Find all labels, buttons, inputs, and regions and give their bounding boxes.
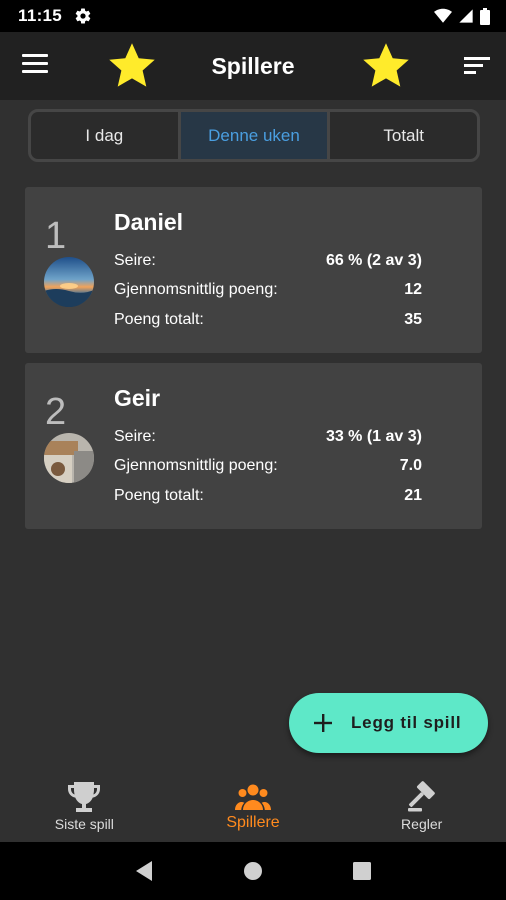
- wifi-icon: [434, 8, 452, 23]
- signal-icon: [459, 9, 473, 23]
- avatar: [44, 433, 94, 483]
- settings-gear-icon: [74, 7, 92, 25]
- period-segmented-control: I dag Denne uken Totalt: [28, 109, 480, 162]
- nav-item-rules[interactable]: Regler: [337, 772, 506, 842]
- page-title: Spillere: [211, 53, 295, 79]
- plus-icon: [314, 714, 332, 732]
- people-icon: [235, 784, 271, 810]
- stat-value: 33 % (1 av 3): [325, 428, 422, 445]
- player-rank: 2: [45, 391, 67, 433]
- tab-total[interactable]: Totalt: [327, 112, 477, 159]
- stat-value: 35: [404, 311, 422, 328]
- player-card[interactable]: 1 Daniel Seire: 66 % (2 av 3) Gjennomsni…: [25, 187, 482, 353]
- sort-icon[interactable]: [464, 55, 490, 77]
- stat-label: Poeng totalt:: [114, 487, 204, 504]
- battery-icon: [480, 7, 490, 25]
- nav-label: Regler: [401, 816, 443, 832]
- stat-row-wins: Seire: 33 % (1 av 3): [114, 428, 422, 446]
- stat-value: 21: [404, 487, 422, 504]
- stat-label: Seire:: [114, 428, 156, 445]
- player-name: Daniel: [114, 209, 184, 235]
- gavel-icon: [407, 781, 435, 812]
- star-icon: [363, 43, 409, 87]
- tab-today[interactable]: I dag: [31, 112, 178, 159]
- nav-item-last-games[interactable]: Siste spill: [0, 772, 169, 842]
- nav-item-players[interactable]: Spillere: [169, 772, 338, 842]
- stat-row-total: Poeng totalt: 21: [114, 487, 422, 505]
- stat-row-wins: Seire: 66 % (2 av 3): [114, 252, 422, 270]
- system-navigation-bar: [0, 842, 506, 900]
- recents-icon[interactable]: [350, 859, 374, 883]
- status-icons: [434, 7, 490, 25]
- status-time: 11:15: [18, 6, 63, 25]
- nav-label: Spillere: [226, 814, 280, 831]
- status-bar: 11:15: [0, 0, 506, 32]
- star-icon: [109, 43, 155, 87]
- tab-this-week[interactable]: Denne uken: [177, 112, 328, 159]
- stat-row-average: Gjennomsnittlig poeng: 7.0: [114, 457, 422, 475]
- bottom-navigation: Siste spill Spillere Regler: [0, 772, 506, 842]
- stat-row-average: Gjennomsnittlig poeng: 12: [114, 281, 422, 299]
- stat-value: 12: [404, 281, 422, 298]
- home-icon[interactable]: [241, 859, 265, 883]
- player-rank: 1: [45, 215, 67, 257]
- stat-label: Gjennomsnittlig poeng:: [114, 457, 278, 474]
- player-name: Geir: [114, 385, 161, 411]
- stat-label: Gjennomsnittlig poeng:: [114, 281, 278, 298]
- add-game-label: Legg til spill: [351, 713, 462, 732]
- nav-label: Siste spill: [54, 816, 114, 832]
- avatar: [44, 257, 94, 307]
- app-bar: Spillere: [0, 32, 506, 100]
- stat-value: 66 % (2 av 3): [325, 252, 422, 269]
- player-card[interactable]: 2 Geir Seire: 33 % (1 av 3) Gjennomsnitt…: [25, 363, 482, 529]
- menu-icon[interactable]: [22, 54, 48, 78]
- stat-row-total: Poeng totalt: 35: [114, 311, 422, 329]
- stat-value: 7.0: [399, 457, 422, 474]
- stat-label: Seire:: [114, 252, 156, 269]
- back-icon[interactable]: [132, 859, 156, 883]
- add-game-button[interactable]: Legg til spill: [289, 693, 488, 753]
- trophy-icon: [68, 782, 101, 812]
- stat-label: Poeng totalt:: [114, 311, 204, 328]
